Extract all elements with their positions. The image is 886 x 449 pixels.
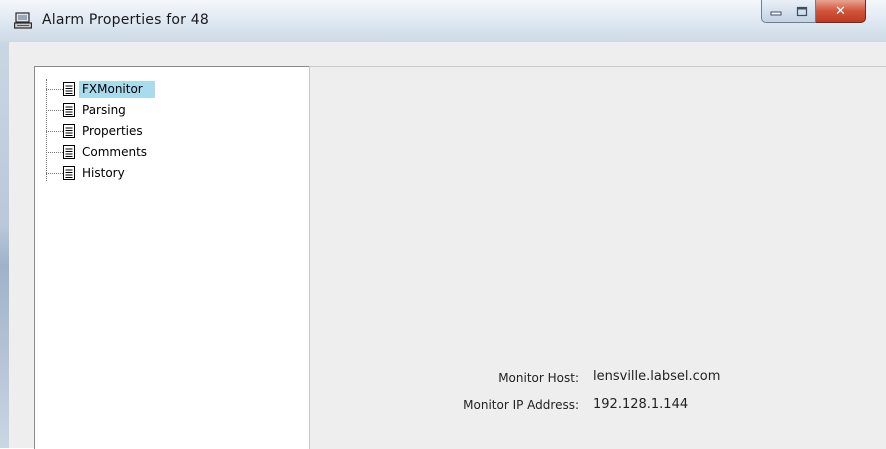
monitor-ip-value: 192.128.1.144	[593, 397, 689, 412]
tree-item-comments[interactable]: Comments	[46, 142, 246, 163]
tree-branch-line	[46, 110, 63, 111]
tree-item-history[interactable]: History	[46, 163, 246, 184]
monitor-host-value: lensville.labsel.com	[593, 369, 721, 384]
tree-branch-line	[46, 89, 63, 90]
tree-item-label: Comments	[82, 145, 148, 159]
tree-item-label: History	[82, 166, 125, 180]
tree-item-parsing[interactable]: Parsing	[46, 100, 246, 121]
window-title: Alarm Properties for 48	[42, 12, 209, 28]
monitor-host-label: Monitor Host:	[498, 371, 579, 385]
tree-branch-line	[46, 173, 63, 174]
close-icon: ✕	[835, 3, 846, 19]
monitor-ip-label: Monitor IP Address:	[463, 398, 579, 412]
minimize-icon	[770, 11, 781, 16]
dialog-body: FXMonitor Parsing Properties Comments Hi…	[9, 42, 886, 449]
minimize-button[interactable]	[761, 0, 790, 23]
tree-item-label: Properties	[82, 124, 143, 138]
tree-item-properties[interactable]: Properties	[46, 121, 246, 142]
close-button[interactable]: ✕	[816, 0, 866, 23]
tree-item-label: FXMonitor	[79, 81, 155, 98]
tree-branch-line	[46, 131, 63, 132]
window-frame-edge	[0, 42, 9, 448]
maximize-button[interactable]	[789, 0, 816, 23]
tree-item-label: Parsing	[82, 103, 126, 117]
document-icon	[63, 145, 75, 159]
detail-panel: Monitor Host: lensville.labsel.com Monit…	[309, 66, 886, 449]
document-icon	[63, 166, 75, 180]
title-bar[interactable]: Alarm Properties for 48 ✕	[0, 0, 886, 43]
document-icon	[63, 82, 75, 96]
tree-list: FXMonitor Parsing Properties Comments Hi…	[46, 79, 246, 184]
document-icon	[63, 124, 75, 138]
maximize-icon	[796, 6, 808, 16]
tree-branch-line	[46, 152, 63, 153]
computer-icon	[14, 12, 32, 29]
document-icon	[63, 103, 75, 117]
tree-item-fxmonitor[interactable]: FXMonitor	[46, 79, 246, 100]
navigation-tree[interactable]: FXMonitor Parsing Properties Comments Hi…	[34, 66, 310, 449]
